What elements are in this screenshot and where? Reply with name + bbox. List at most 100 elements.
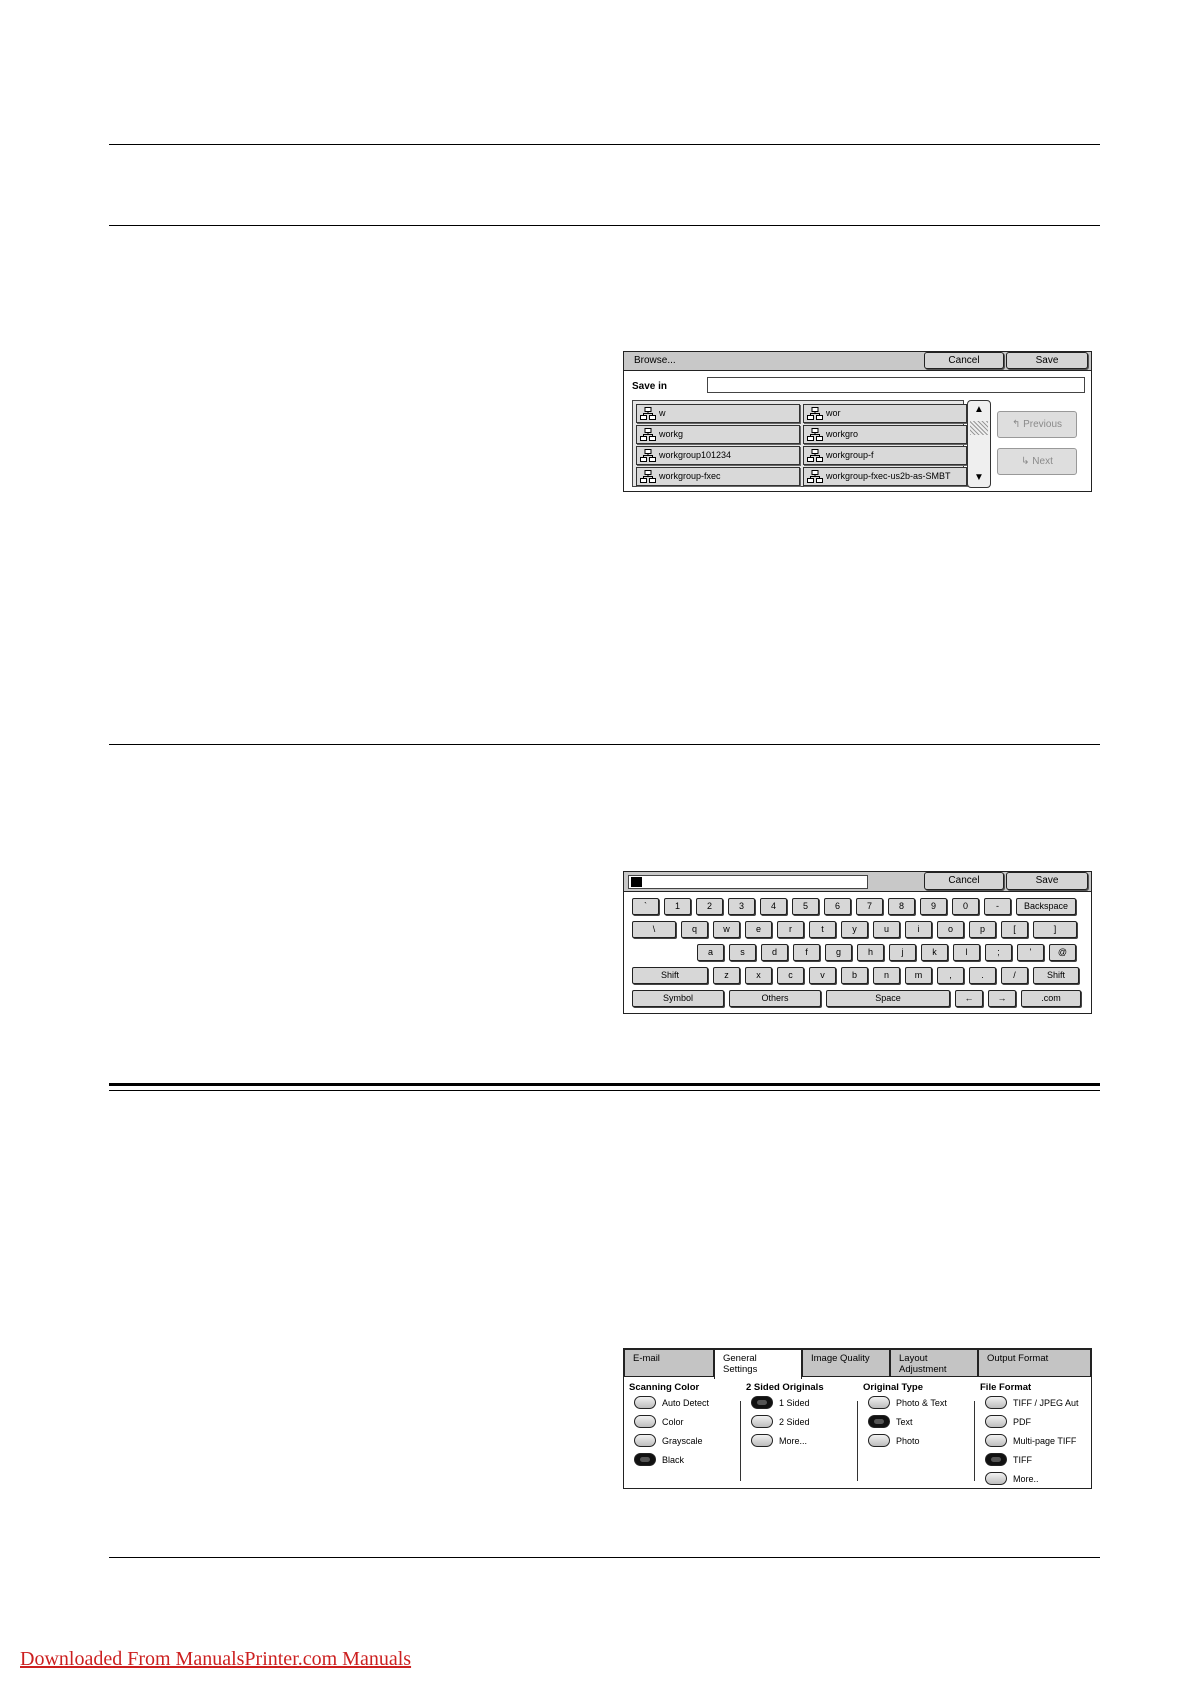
key-backspace[interactable]: Backspace [1016,898,1076,915]
key-i[interactable]: i [905,921,932,938]
key-r[interactable]: r [777,921,804,938]
cancel-button[interactable]: Cancel [924,872,1004,890]
key-p[interactable]: p [969,921,996,938]
scroll-down-icon[interactable]: ▼ [972,472,986,484]
save-button[interactable]: Save [1006,872,1088,890]
key-d[interactable]: d [761,944,788,961]
key-symbol[interactable]: @ [1049,944,1076,961]
tab-image-quality[interactable]: Image Quality [802,1349,890,1377]
key-symbol[interactable]: ` [632,898,659,915]
group-divider [740,1401,741,1481]
key-4[interactable]: 4 [760,898,787,915]
folder-item[interactable]: workgroup-fxec [636,467,800,486]
key-3[interactable]: 3 [728,898,755,915]
key-symbol[interactable]: , [937,967,964,984]
key-f[interactable]: f [793,944,820,961]
radio-pill-icon [868,1434,890,1447]
key-u[interactable]: u [873,921,900,938]
key-space[interactable]: Space [826,990,950,1007]
key-a[interactable]: a [697,944,724,961]
folder-item[interactable]: workgroup-f [803,446,967,465]
scroll-up-icon[interactable]: ▲ [972,404,986,416]
key-v[interactable]: v [809,967,836,984]
key-others[interactable]: Others [729,990,821,1007]
key-x[interactable]: x [745,967,772,984]
key-symbol[interactable]: Symbol [632,990,724,1007]
key-symbol[interactable]: ; [985,944,1012,961]
folder-item[interactable]: workgro [803,425,967,444]
folder-item[interactable]: workgroup101234 [636,446,800,465]
section-rule-thick [109,1083,1100,1086]
tab-general-settings[interactable]: General Settings [714,1349,802,1379]
key-9[interactable]: 9 [920,898,947,915]
key-symbol[interactable]: \ [632,921,676,938]
folder-item[interactable]: wor [803,404,967,423]
key-m[interactable]: m [905,967,932,984]
scroll-thumb[interactable] [970,421,988,435]
option-label: Multi-page TIFF [1013,1436,1077,1446]
footer-download-link[interactable]: Downloaded From ManualsPrinter.com Manua… [20,1648,411,1671]
radio-pill-icon [985,1434,1007,1447]
key-q[interactable]: q [681,921,708,938]
key-g[interactable]: g [825,944,852,961]
key-l[interactable]: l [953,944,980,961]
key-8[interactable]: 8 [888,898,915,915]
folder-label: workg [659,429,684,439]
key-6[interactable]: 6 [824,898,851,915]
key-symbol[interactable]: - [984,898,1011,915]
folder-scrollbar[interactable]: ▲ ▼ [967,400,991,488]
tab-e-mail[interactable]: E-mail [624,1349,714,1377]
option-label: Text [896,1417,913,1427]
tab-output-format[interactable]: Output Format [978,1349,1091,1377]
key-5[interactable]: 5 [792,898,819,915]
key-y[interactable]: y [841,921,868,938]
save-in-field[interactable] [707,377,1085,393]
radio-pill-icon [868,1415,890,1428]
key-o[interactable]: o [937,921,964,938]
previous-button[interactable]: ↰ Previous [997,411,1077,438]
key-b[interactable]: b [841,967,868,984]
key-s[interactable]: s [729,944,756,961]
radio-pill-icon [634,1434,656,1447]
key-symbol[interactable]: ← [955,990,983,1007]
key-symbol[interactable]: ] [1033,921,1077,938]
next-button[interactable]: ↳ Next [997,448,1077,475]
key-j[interactable]: j [889,944,916,961]
key-z[interactable]: z [713,967,740,984]
previous-label: Previous [1023,419,1063,430]
key-symbol[interactable]: . [969,967,996,984]
radio-pill-icon [751,1396,773,1409]
key-e[interactable]: e [745,921,772,938]
key-k[interactable]: k [921,944,948,961]
save-button[interactable]: Save [1006,352,1088,369]
key-h[interactable]: h [857,944,884,961]
key-symbol[interactable]: → [988,990,1016,1007]
radio-pill-icon [985,1472,1007,1485]
key-t[interactable]: t [809,921,836,938]
key-symbol[interactable]: [ [1001,921,1028,938]
key-n[interactable]: n [873,967,900,984]
tab-layout-adjustment[interactable]: Layout Adjustment [890,1349,978,1377]
option-label: More.. [1013,1474,1039,1484]
key-7[interactable]: 7 [856,898,883,915]
key-w[interactable]: w [713,921,740,938]
key-shift[interactable]: Shift [1033,967,1079,984]
text-entry-field[interactable] [628,875,868,889]
key-symbol[interactable]: ' [1017,944,1044,961]
key-0[interactable]: 0 [952,898,979,915]
folder-item[interactable]: w [636,404,800,423]
cancel-button[interactable]: Cancel [924,352,1004,369]
key-com[interactable]: .com [1021,990,1081,1007]
folder-list: w wor workg workgro workgroup101234 workgroup… [632,400,967,487]
network-folder-icon [807,407,823,420]
key-shift[interactable]: Shift [632,967,708,984]
folder-item[interactable]: workgroup-fxec-us2b-as-SMBT [803,467,967,486]
key-1[interactable]: 1 [664,898,691,915]
key-2[interactable]: 2 [696,898,723,915]
key-c[interactable]: c [777,967,804,984]
option-label: PDF [1013,1417,1031,1427]
key-symbol[interactable]: / [1001,967,1028,984]
folder-label: workgroup-fxec-us2b-as-SMBT [826,471,951,481]
network-folder-icon [640,428,656,441]
folder-item[interactable]: workg [636,425,800,444]
